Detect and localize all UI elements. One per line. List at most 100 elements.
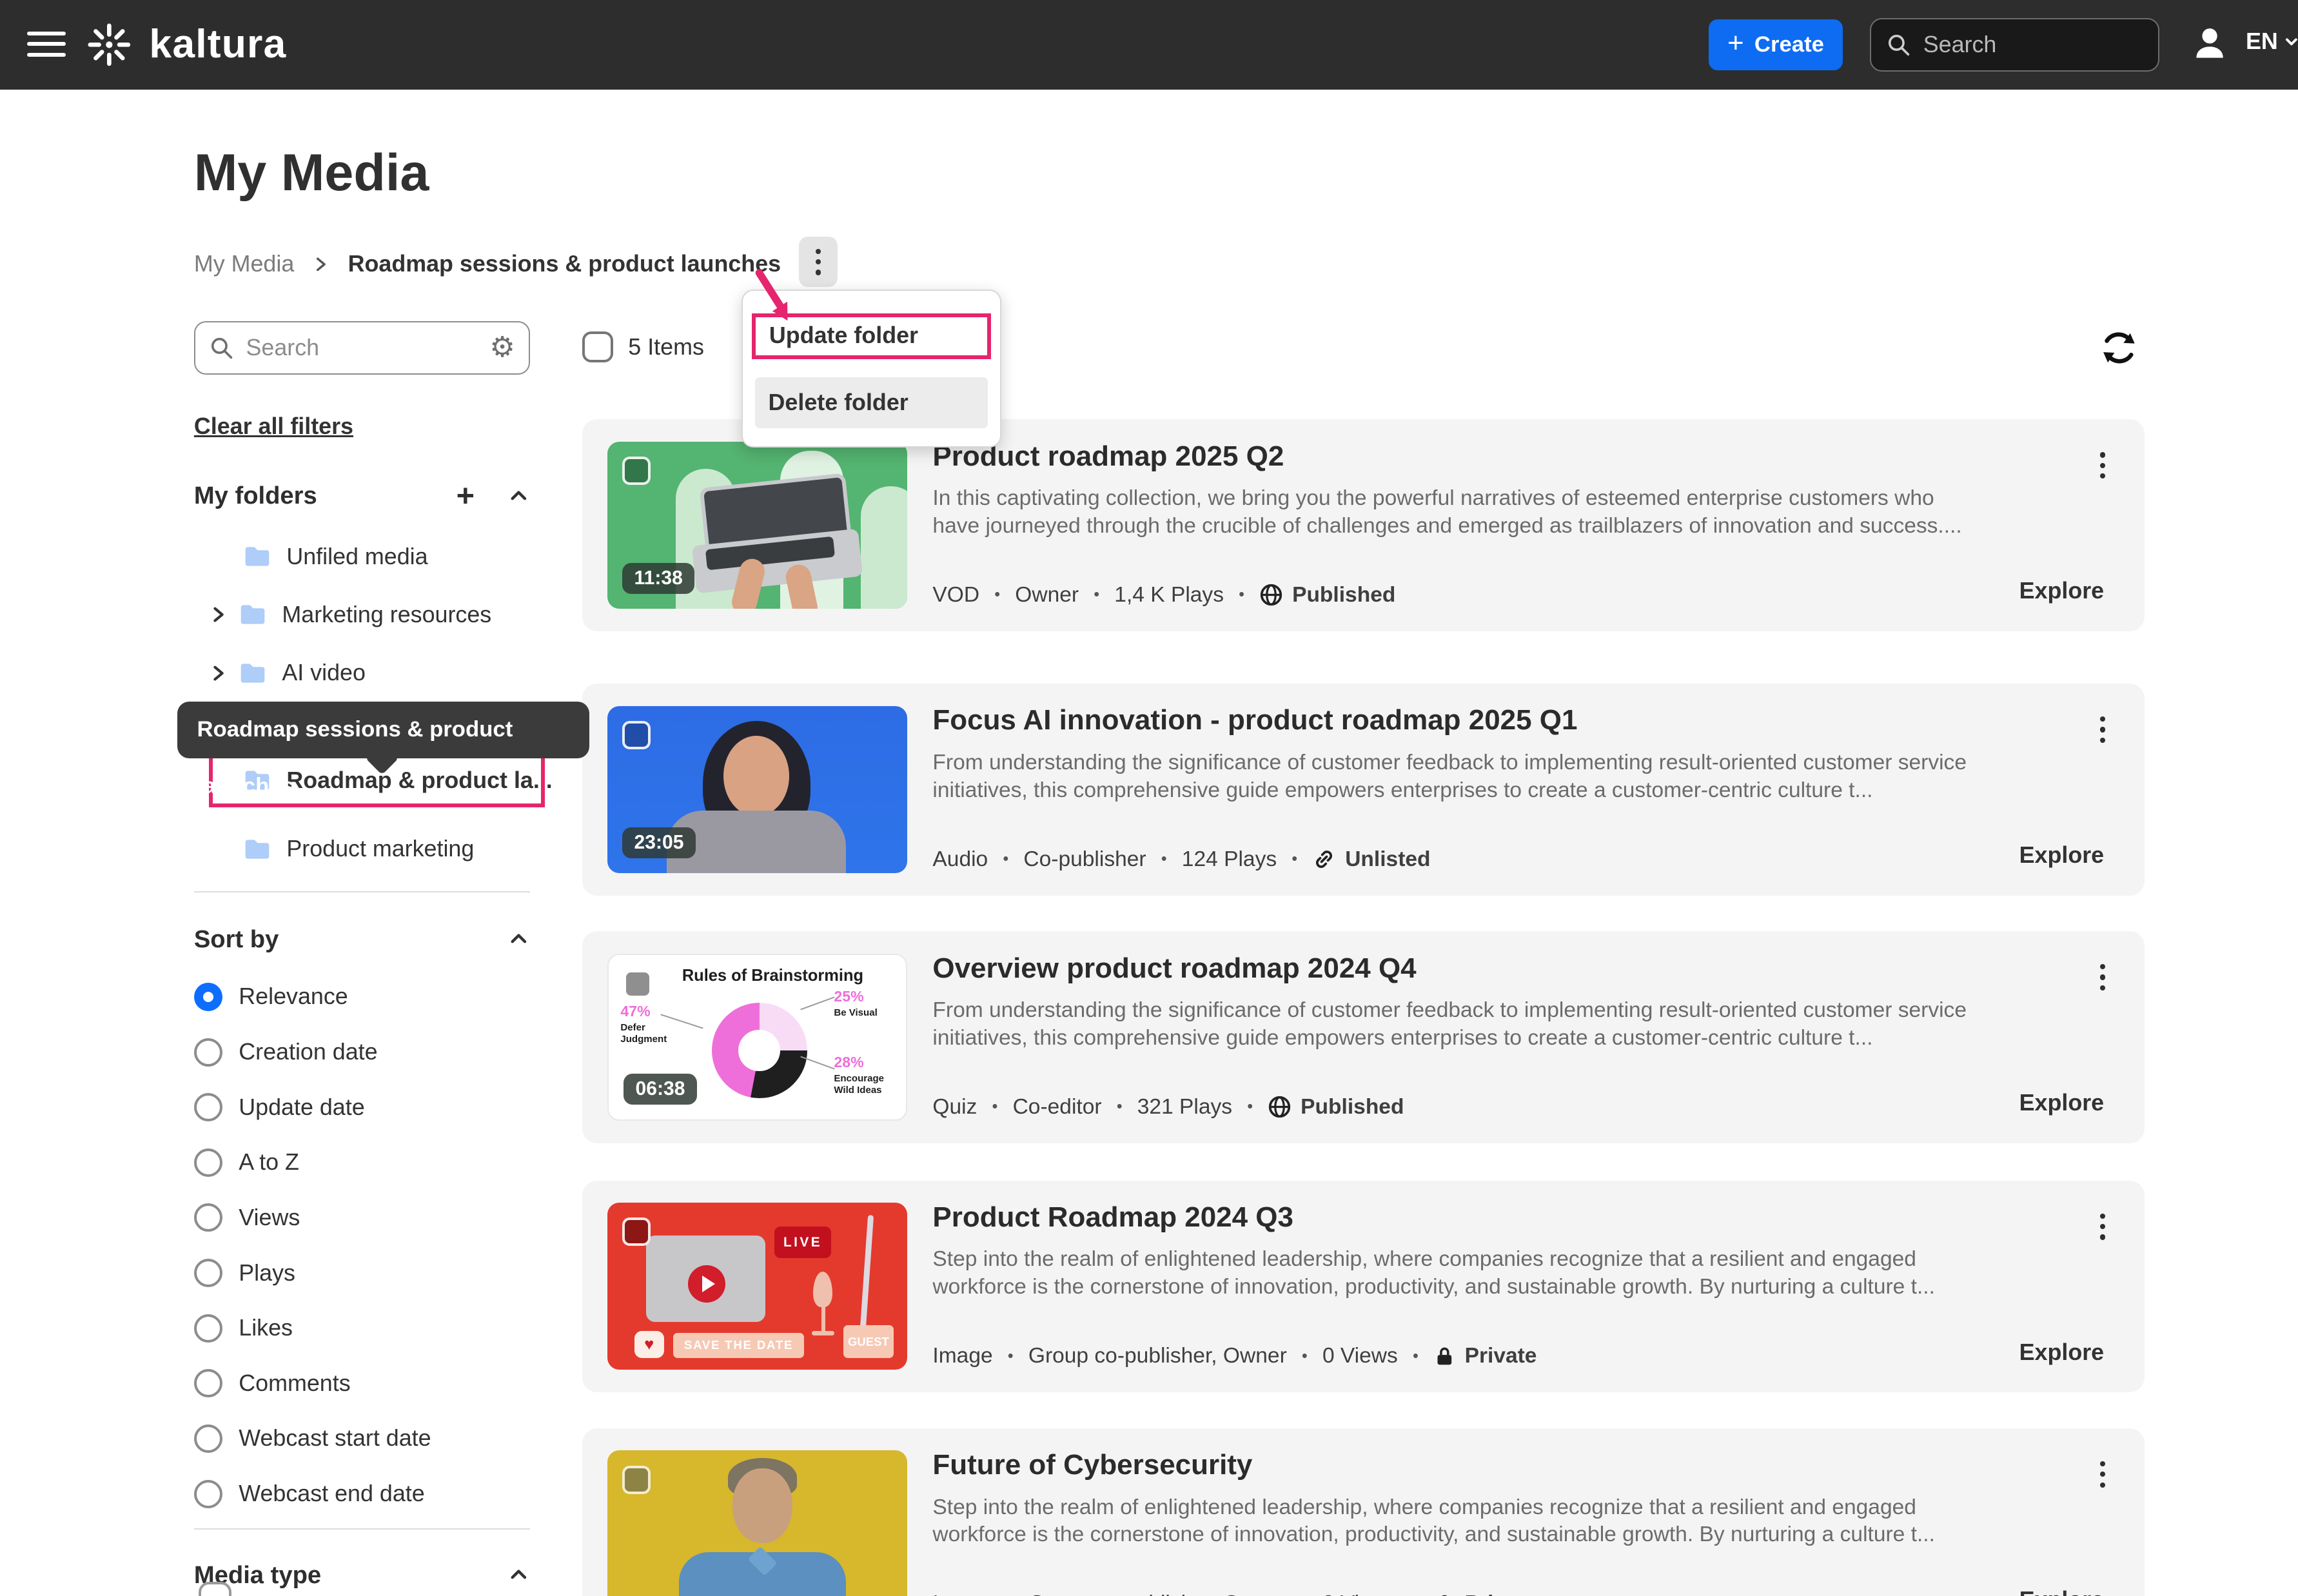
media-select-checkbox[interactable] <box>624 970 652 998</box>
explore-link[interactable]: Explore <box>2019 578 2105 604</box>
sort-option-relevance[interactable]: Relevance <box>194 980 348 1013</box>
plus-icon: + <box>1727 27 1744 59</box>
hamburger-menu-icon[interactable] <box>27 32 66 59</box>
media-title[interactable]: Product Roadmap 2024 Q3 <box>932 1201 1293 1234</box>
breadcrumb-current: Roadmap sessions & product launches <box>348 251 781 277</box>
radio-icon <box>194 1480 222 1508</box>
collapse-section-icon[interactable] <box>507 485 530 507</box>
refresh-icon[interactable] <box>2098 327 2140 369</box>
media-meta-row: Quiz• Co-editor• 321 Plays• Published <box>932 1095 1404 1119</box>
collapse-section-icon[interactable] <box>507 1564 530 1586</box>
thumbnail-chart-title: Rules of Brainstorming <box>653 967 892 985</box>
globe-icon <box>1268 1095 1291 1119</box>
clear-all-filters-link[interactable]: Clear all filters <box>194 413 353 440</box>
radio-icon <box>194 1314 222 1343</box>
sort-option-likes[interactable]: Likes <box>194 1312 293 1345</box>
my-folders-section-header: My folders + <box>194 480 530 512</box>
menu-item-update-folder[interactable]: Update folder <box>752 313 991 360</box>
sidebar-folder-ai-video[interactable]: AI video <box>209 654 366 693</box>
duration-badge: 06:38 <box>624 1074 697 1105</box>
language-selector[interactable]: EN <box>2246 28 2298 55</box>
sidebar-folder-unfiled-media[interactable]: Unfiled media <box>243 537 427 576</box>
media-title[interactable]: Future of Cybersecurity <box>932 1449 1252 1481</box>
media-card: 11:38 Product roadmap 2025 Q2 In this ca… <box>582 419 2145 631</box>
media-thumbnail[interactable]: 11:38 <box>607 442 907 609</box>
global-search-box[interactable] <box>1870 18 2159 72</box>
media-kebab-button[interactable] <box>2097 1458 2109 1490</box>
media-select-checkbox[interactable] <box>622 457 651 485</box>
filter-search-input[interactable] <box>246 335 478 361</box>
guest-tag: GUEST <box>843 1325 894 1358</box>
lock-icon <box>1433 1345 1456 1368</box>
media-select-checkbox[interactable] <box>622 721 651 749</box>
globe-icon <box>1259 583 1283 607</box>
folder-icon <box>243 542 271 571</box>
sort-option-plays[interactable]: Plays <box>194 1257 295 1290</box>
media-plays: 1,4 K Plays <box>1114 583 1224 607</box>
media-role: Owner <box>1015 583 1079 607</box>
explore-link[interactable]: Explore <box>2019 1587 2105 1596</box>
explore-link[interactable]: Explore <box>2019 1339 2105 1366</box>
media-status: Published <box>1292 583 1395 607</box>
media-plays: 321 Plays <box>1137 1095 1232 1119</box>
breadcrumb-root-link[interactable]: My Media <box>194 251 294 277</box>
donut-chart <box>712 1003 807 1098</box>
select-all-checkbox[interactable] <box>582 331 614 363</box>
media-thumbnail[interactable]: LIVE ♥ SAVE THE DATE GUEST <box>607 1203 907 1370</box>
media-title[interactable]: Overview product roadmap 2024 Q4 <box>932 952 1416 985</box>
media-status: Private <box>1465 1344 1537 1368</box>
add-folder-button[interactable]: + <box>457 480 475 512</box>
media-description: In this captivating collection, we bring… <box>932 485 1985 540</box>
user-profile-icon[interactable] <box>2190 24 2229 63</box>
media-thumbnail[interactable]: Rules of Brainstorming 47% Defer Judgmen… <box>607 954 907 1121</box>
expand-chevron-icon[interactable] <box>209 664 228 683</box>
lock-icon <box>1433 1593 1456 1596</box>
media-kebab-button[interactable] <box>2097 1210 2109 1243</box>
search-settings-gear-icon[interactable]: ⚙ <box>489 333 515 362</box>
top-navigation-bar: kaltura + Create EN <box>0 0 2298 90</box>
media-type-checkbox[interactable] <box>199 1582 231 1596</box>
folder-icon <box>239 659 267 687</box>
radio-selected-icon <box>194 983 222 1011</box>
folder-icon <box>239 600 267 629</box>
sort-option-webcast-end-date[interactable]: Webcast end date <box>194 1477 425 1510</box>
sort-option-creation-date[interactable]: Creation date <box>194 1036 378 1069</box>
sort-option-views[interactable]: Views <box>194 1201 300 1234</box>
media-select-checkbox[interactable] <box>622 1217 651 1246</box>
media-thumbnail[interactable] <box>607 1450 907 1596</box>
filter-search-box[interactable]: ⚙ <box>194 321 530 375</box>
media-role: Group co-publisher, Owner <box>1028 1591 1287 1596</box>
media-select-checkbox[interactable] <box>622 1466 651 1494</box>
save-the-date-banner: SAVE THE DATE <box>673 1333 805 1358</box>
media-card: LIVE ♥ SAVE THE DATE GUEST Product Roadm… <box>582 1181 2145 1393</box>
explore-link[interactable]: Explore <box>2019 1090 2105 1116</box>
media-type: VOD <box>932 583 979 607</box>
sidebar-folder-product-marketing[interactable]: Product marketing <box>243 830 474 869</box>
media-type: Image <box>932 1344 992 1368</box>
live-badge: LIVE <box>774 1227 831 1258</box>
media-thumbnail[interactable]: 23:05 <box>607 706 907 873</box>
collapse-section-icon[interactable] <box>507 928 530 951</box>
heart-icon: ♥ <box>634 1331 664 1358</box>
media-description: From understanding the significance of c… <box>932 997 1985 1052</box>
create-button[interactable]: + Create <box>1709 19 1843 70</box>
menu-item-delete-folder[interactable]: Delete folder <box>755 377 988 428</box>
media-kebab-button[interactable] <box>2097 961 2109 993</box>
sort-option-comments[interactable]: Comments <box>194 1367 351 1400</box>
sort-option-update-date[interactable]: Update date <box>194 1091 365 1124</box>
radio-icon <box>194 1424 222 1453</box>
expand-chevron-icon[interactable] <box>209 605 228 624</box>
media-description: Step into the realm of enlightened leade… <box>932 1494 1985 1550</box>
folder-actions-kebab-button[interactable] <box>799 237 838 288</box>
media-description: Step into the realm of enlightened leade… <box>932 1246 1985 1301</box>
global-search-input[interactable] <box>1923 32 2143 58</box>
media-card: Rules of Brainstorming 47% Defer Judgmen… <box>582 931 2145 1143</box>
sidebar-folder-marketing-resources[interactable]: Marketing resources <box>209 595 491 634</box>
media-title[interactable]: Focus AI innovation - product roadmap 20… <box>932 704 1577 736</box>
sort-option-a-to-z[interactable]: A to Z <box>194 1146 299 1179</box>
explore-link[interactable]: Explore <box>2019 842 2105 869</box>
sort-by-section-header: Sort by <box>194 925 530 954</box>
media-kebab-button[interactable] <box>2097 713 2109 745</box>
media-kebab-button[interactable] <box>2097 449 2109 482</box>
sort-option-webcast-start-date[interactable]: Webcast start date <box>194 1423 431 1455</box>
